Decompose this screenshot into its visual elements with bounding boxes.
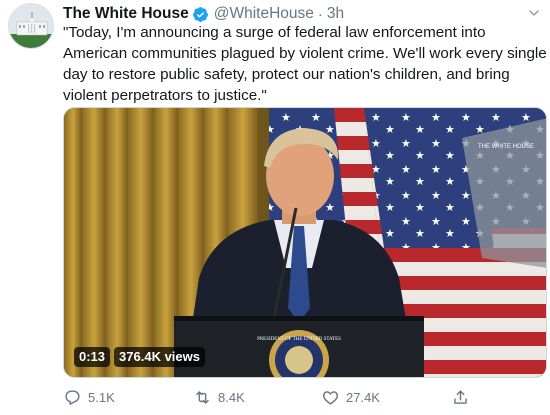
tweet-actions: 5.1K 8.4K 27.4K [63, 386, 533, 408]
video-duration: 0:13 [74, 347, 111, 367]
verified-badge-icon [192, 6, 208, 22]
retweet-icon [196, 390, 209, 404]
like-count: 27.4K [346, 389, 380, 405]
prompter-label: THE WHITE HOUSE [478, 144, 534, 150]
reply-count: 5.1K [88, 389, 115, 405]
tweet-timestamp[interactable]: 3h [327, 5, 344, 23]
avatar[interactable] [8, 3, 54, 49]
share-icon [454, 389, 467, 404]
reply-icon [65, 389, 80, 405]
reply-button[interactable]: 5.1K [63, 388, 115, 407]
like-button[interactable]: 27.4K [321, 388, 380, 407]
retweet-count: 8.4K [218, 389, 245, 405]
tweet-text: "Today, I'm announcing a surge of federa… [63, 24, 547, 104]
heart-icon [322, 390, 339, 405]
share-button[interactable] [451, 388, 476, 407]
video-badges: 0:13 376.4K views [74, 347, 205, 367]
video-player[interactable]: ★ ★ THE WHITE HOUSE [63, 107, 547, 378]
video-frame: ★ ★ THE WHITE HOUSE [64, 108, 546, 377]
retweet-button[interactable]: 8.4K [193, 388, 245, 407]
author-name[interactable]: The White House [63, 5, 189, 23]
podium-seal-text: PRESIDENT OF THE UNITED STATES [257, 337, 341, 342]
author-handle[interactable]: @WhiteHouse [214, 5, 314, 23]
separator-dot: · [317, 5, 323, 23]
chevron-down-icon[interactable] [526, 5, 542, 21]
white-house-logo [9, 4, 53, 48]
video-view-count: 376.4K views [114, 347, 205, 367]
tweet-header: The White House @WhiteHouse · 3h [63, 4, 344, 24]
